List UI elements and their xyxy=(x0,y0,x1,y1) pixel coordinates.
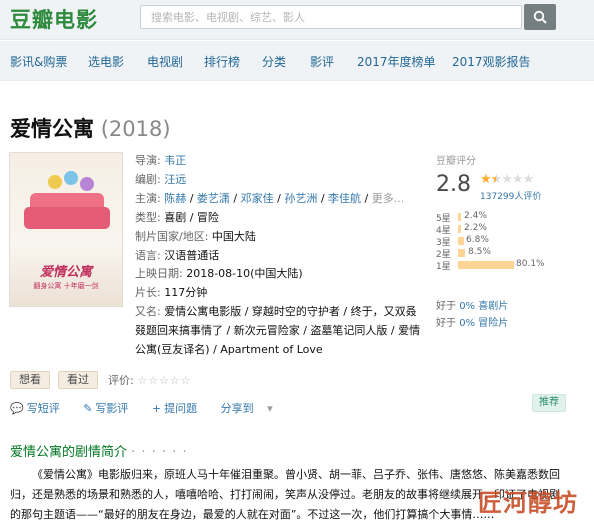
comment-icon: 💬 xyxy=(10,402,24,415)
search-icon xyxy=(533,10,547,24)
genre-value: 喜剧 / 冒险 xyxy=(164,210,219,224)
balloon-decoration xyxy=(64,171,78,185)
write-short-review-link[interactable]: 💬 写短评 xyxy=(10,402,70,415)
recommend-button[interactable]: 推荐 xyxy=(532,394,566,412)
movie-poster[interactable]: 爱情公寓 翻身公寓 十年磨一剑 xyxy=(9,152,123,307)
rating-bar-pct: 2.4% xyxy=(464,211,487,221)
douban-movie-logo[interactable]: 豆瓣电影 xyxy=(10,4,98,34)
my-rating-label: 评价: xyxy=(108,374,134,387)
pencil-icon: ✎ xyxy=(83,402,93,415)
better-than-comedy: 好于 0% 喜剧片 xyxy=(436,297,508,312)
write-review-label: 写影评 xyxy=(95,402,129,415)
write-short-review-label: 写短评 xyxy=(26,402,60,415)
movie-info: 导演: 韦正 编剧: 汪远 主演: 陈赫 / 娄艺潇 / 邓家佳 / 孙艺洲 /… xyxy=(135,154,421,357)
rating-bar-star: 1星 xyxy=(436,262,451,272)
sofa xyxy=(24,207,110,229)
nav-item-explore[interactable]: 选电影 xyxy=(88,53,124,70)
rating-stars: ★★★★★ xyxy=(480,172,534,187)
write-review-link[interactable]: ✎ 写影评 xyxy=(83,402,138,415)
nav-item-tickets[interactable]: 影讯&购票 xyxy=(10,53,67,70)
rating-score: 2.8 xyxy=(436,172,471,197)
cast-link[interactable]: 娄艺潇 xyxy=(197,192,230,205)
rating-bar xyxy=(458,261,514,269)
region-label: 制片国家/地区: xyxy=(135,229,209,243)
poster-subtitle: 翻身公寓 十年磨一剑 xyxy=(33,282,99,290)
share-label: 分享到 xyxy=(220,402,254,415)
cast-link[interactable]: 孙艺洲 xyxy=(284,192,317,205)
plus-icon: + xyxy=(151,402,162,415)
page-title: 爱情公寓 (2018) xyxy=(10,113,171,143)
search-input[interactable] xyxy=(141,6,521,29)
nav-item-annual-report[interactable]: 2017观影报告 xyxy=(452,53,531,70)
rating-bar xyxy=(458,213,461,221)
cast-link[interactable]: 李佳航 xyxy=(328,192,361,205)
want-to-see-button[interactable]: 想看 xyxy=(10,371,50,389)
aka-label: 又名: xyxy=(135,305,161,319)
better-than-adventure: 好于 0% 冒险片 xyxy=(436,314,508,329)
language-value: 汉语普通话 xyxy=(164,248,220,262)
search-box[interactable] xyxy=(140,5,522,29)
summary-dots: · · · · · · xyxy=(131,445,188,460)
cast-link[interactable]: 陈赫 xyxy=(164,192,186,205)
poster-title: 爱情公寓 xyxy=(39,265,92,280)
balloon-decoration xyxy=(48,175,62,189)
aka-value: 爱情公寓电影版 / 穿越时空的守护者 / 终于，又双叒叕题回来搞事情了 / 新次… xyxy=(135,305,421,357)
ask-question-label: 提问题 xyxy=(164,402,198,415)
my-rating-stars[interactable]: ☆☆☆☆☆ xyxy=(137,374,191,387)
summary-heading: 爱情公寓的剧情简介 · · · · · · xyxy=(10,441,188,460)
rating-label: 豆瓣评分 xyxy=(436,156,476,167)
runtime-value: 117分钟 xyxy=(164,286,208,300)
my-rating: 评价: ☆☆☆☆☆ xyxy=(108,372,192,388)
writer-link[interactable]: 汪远 xyxy=(164,173,186,186)
movie-title: 爱情公寓 xyxy=(10,117,94,141)
watermark: 匠河醇坊 xyxy=(478,489,578,517)
cast-label: 主演: xyxy=(135,191,161,205)
rating-bar-pct: 6.8% xyxy=(466,235,489,245)
action-links: 💬 写短评 ✎ 写影评 + 提问题 分享到 ▾ xyxy=(10,400,293,416)
director-label: 导演: xyxy=(135,154,161,167)
chevron-down-icon: ▾ xyxy=(267,402,273,415)
better-prefix: 好于 xyxy=(436,318,456,329)
movie-year: (2018) xyxy=(100,117,171,141)
cast-more-link[interactable]: 更多... xyxy=(372,192,405,205)
nav-item-tag[interactable]: 分类 xyxy=(262,53,286,70)
nav-item-chart[interactable]: 排行榜 xyxy=(204,53,240,70)
rating-bar xyxy=(458,249,465,257)
cast-link[interactable]: 邓家佳 xyxy=(241,192,274,205)
release-value: 2018-08-10(中国大陆) xyxy=(186,267,303,281)
better-adventure-link[interactable]: 0% 冒险片 xyxy=(459,318,508,329)
rating-bar-pct: 2.2% xyxy=(464,223,487,233)
region-value: 中国大陆 xyxy=(211,229,256,243)
writer-label: 编剧: xyxy=(135,172,161,186)
seen-button[interactable]: 看过 xyxy=(58,371,98,389)
rating-count-link[interactable]: 137299人评价 xyxy=(480,189,541,202)
nav-item-annual-list[interactable]: 2017年度榜单 xyxy=(357,53,436,70)
share-dropdown[interactable]: 分享到 ▾ xyxy=(221,402,283,415)
nav-item-tv[interactable]: 电视剧 xyxy=(147,53,183,70)
release-label: 上映日期: xyxy=(135,267,183,281)
summary-title: 爱情公寓的剧情简介 xyxy=(10,445,128,460)
director-link[interactable]: 韦正 xyxy=(164,154,186,167)
better-prefix: 好于 xyxy=(436,301,456,312)
main-nav: 影讯&购票 选电影 电视剧 排行榜 分类 影评 2017年度榜单 2017观影报… xyxy=(0,41,594,81)
rating-bar xyxy=(458,237,464,245)
rating-bar xyxy=(458,225,461,233)
nav-item-review[interactable]: 影评 xyxy=(310,53,334,70)
rating-bar-pct: 80.1% xyxy=(516,259,545,269)
balloon-decoration xyxy=(80,177,94,191)
genre-label: 类型: xyxy=(135,210,161,224)
top-bar: 豆瓣电影 xyxy=(0,0,594,40)
ask-question-link[interactable]: + 提问题 xyxy=(152,402,207,415)
rating-bar-pct: 8.5% xyxy=(468,247,491,257)
search-button[interactable] xyxy=(524,4,556,30)
language-label: 语言: xyxy=(135,248,161,262)
runtime-label: 片长: xyxy=(135,286,161,300)
better-comedy-link[interactable]: 0% 喜剧片 xyxy=(459,301,508,312)
